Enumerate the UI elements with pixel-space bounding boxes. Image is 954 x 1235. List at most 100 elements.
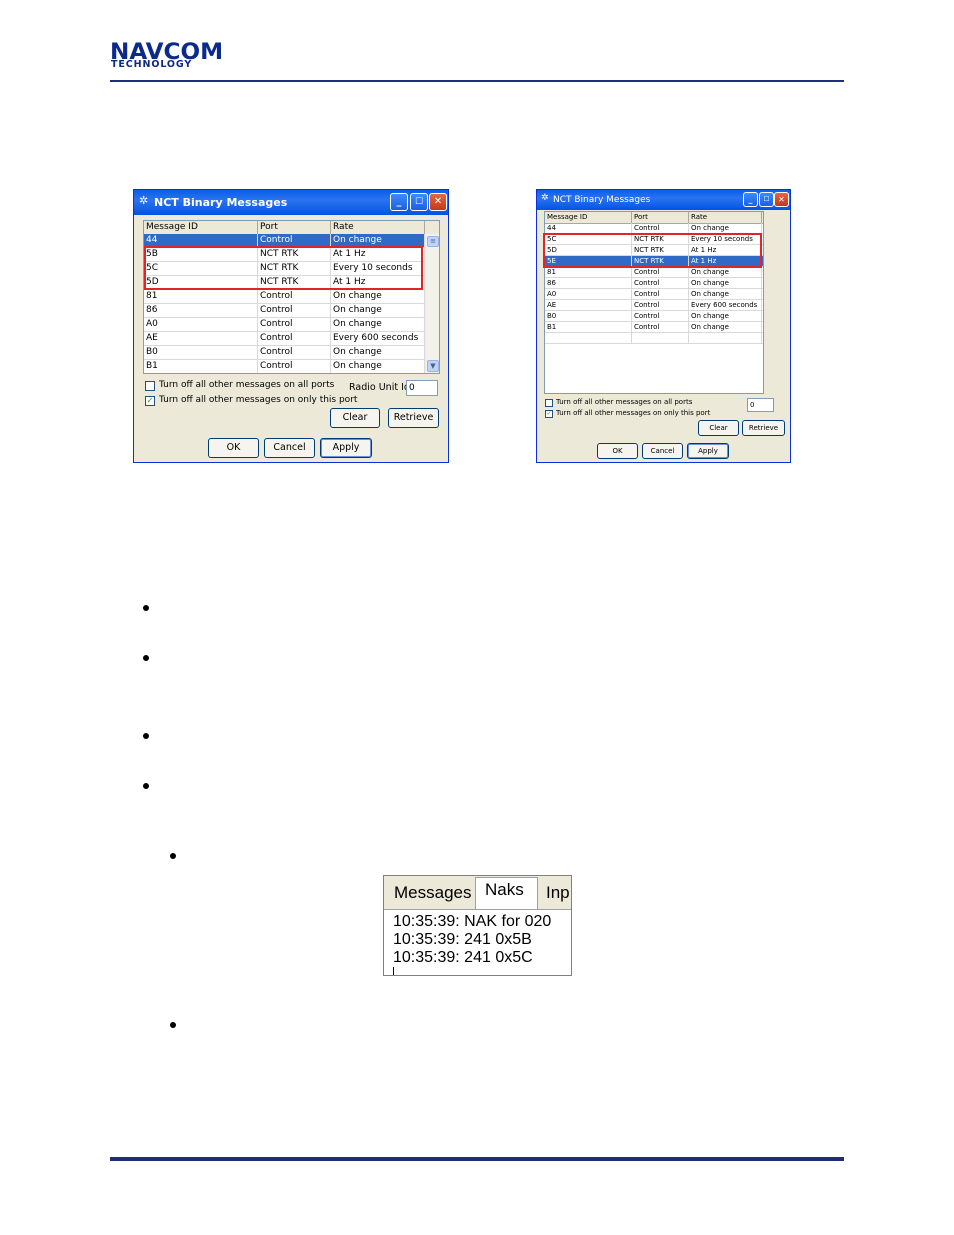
footer-rule [110,1157,844,1161]
cell-id: A0 [144,318,258,331]
cell-id: B1 [144,360,258,373]
cell-rate: On change [331,290,425,303]
table-row[interactable]: B1 Control On change [144,360,439,373]
close-button[interactable]: ✕ [774,192,789,207]
radio-unit-label: Radio Unit Id: [349,382,414,393]
bullet-1 [143,605,149,611]
tab-inp[interactable]: Inp [546,883,570,903]
table-row[interactable]: A0 Control On change [144,318,439,332]
radio-unit-field[interactable]: 0 [747,398,774,412]
bullet-4 [143,783,149,789]
scroll-thumb[interactable]: ≡ [427,236,439,247]
clear-button[interactable]: Clear [330,408,380,428]
cell-id: B0 [144,346,258,359]
column-header-rate[interactable]: Rate [331,221,425,234]
table-row[interactable]: 86 Control On change [545,278,763,289]
tab-naks[interactable]: Naks [475,877,538,909]
cell-port: Control [632,267,689,277]
cell-port: Control [258,318,331,331]
cell-id: B0 [545,311,632,321]
minimize-button[interactable]: _ [390,193,408,211]
column-header-port[interactable]: Port [258,221,331,234]
maximize-button[interactable]: ☐ [759,192,774,207]
cell-port: Control [258,360,331,373]
maximize-button[interactable]: ☐ [410,193,428,211]
all-ports-label: Turn off all other messages on all ports [159,380,335,390]
all-ports-checkbox[interactable] [545,399,553,407]
table-row[interactable]: 81 Control On change [144,290,439,304]
cell-port [632,333,689,343]
scroll-down-button[interactable]: ▼ [427,360,439,372]
cell-id: AE [545,300,632,310]
header-rule [110,80,844,82]
column-header-message-id[interactable]: Message ID [545,212,632,223]
apply-button[interactable]: Apply [687,443,729,459]
app-icon: ✲ [139,194,149,207]
retrieve-button[interactable]: Retrieve [742,420,785,436]
cell-port: Control [632,223,689,233]
dialog-title: NCT Binary Messages [154,196,288,209]
cell-port: Control [632,289,689,299]
this-port-label: Turn off all other messages on only this… [556,409,711,417]
bullet-3 [143,733,149,739]
sub-bullet-1 [170,853,176,859]
this-port-label: Turn off all other messages on only this… [159,395,358,405]
cell-rate: On change [689,289,762,299]
apply-button[interactable]: Apply [320,438,372,458]
cell-rate: Every 600 seconds [331,332,425,345]
column-header-rate[interactable]: Rate [689,212,762,223]
table-row[interactable]: B0 Control On change [545,311,763,322]
table-row[interactable] [545,333,763,344]
minimize-button[interactable]: _ [743,192,758,207]
table-row[interactable]: AE Control Every 600 seconds [545,300,763,311]
cancel-button[interactable]: Cancel [264,438,315,458]
ok-button[interactable]: OK [208,438,259,458]
logo-subtitle: TECHNOLOGY [111,59,193,70]
dialog-title-bar[interactable]: ✲ NCT Binary Messages _ ☐ ✕ [537,190,790,210]
this-port-checkbox[interactable]: ✓ [545,410,553,418]
highlight-box [144,246,423,290]
cell-rate: On change [689,267,762,277]
cell-rate: On change [689,322,762,332]
cell-port: Control [258,346,331,359]
ok-button[interactable]: OK [597,443,638,459]
navcom-logo: NAVCOM TECHNOLOGY [110,42,235,70]
column-header-message-id[interactable]: Message ID [144,221,258,234]
column-header-port[interactable]: Port [632,212,689,223]
message-list[interactable]: Message ID Port Rate 44 Control On change 5… [143,220,440,374]
nct-binary-messages-dialog-right: ✲ NCT Binary Messages _ ☐ ✕ Message ID P… [536,189,791,463]
cell-id: AE [144,332,258,345]
this-port-checkbox[interactable]: ✓ [145,396,155,406]
dialog-title-bar[interactable]: ✲ NCT Binary Messages _ ☐ ✕ [134,190,448,215]
cancel-button[interactable]: Cancel [642,443,683,459]
cell-rate [689,333,762,343]
cell-rate: On change [331,346,425,359]
tab-messages[interactable]: Messages [394,883,471,903]
cell-port: Control [632,300,689,310]
all-ports-checkbox[interactable] [145,381,155,391]
nak-line-3: 10:35:39: 241 0x5C [393,949,533,966]
radio-unit-field[interactable]: 0 [406,380,438,396]
nak-line-2: 10:35:39: 241 0x5B [393,931,532,948]
table-row[interactable]: A0 Control On change [545,289,763,300]
table-row[interactable]: B0 Control On change [144,346,439,360]
table-row[interactable]: 86 Control On change [144,304,439,318]
cell-rate: On change [689,278,762,288]
cell-id: 81 [545,267,632,277]
vertical-scrollbar[interactable]: ≡ ▼ [425,234,439,373]
retrieve-button[interactable]: Retrieve [388,408,439,428]
cell-port: Control [632,311,689,321]
table-row[interactable]: AE Control Every 600 seconds [144,332,439,346]
dialog-title: NCT Binary Messages [553,195,651,205]
cell-id [545,333,632,343]
cell-rate: On change [689,311,762,321]
cell-rate: On change [331,304,425,317]
table-row[interactable]: B1 Control On change [545,322,763,333]
table-row[interactable]: 81 Control On change [545,267,763,278]
cell-id: 81 [144,290,258,303]
bullet-2 [143,655,149,661]
all-ports-label: Turn off all other messages on all ports [556,398,693,406]
close-button[interactable]: ✕ [429,193,447,211]
clear-button[interactable]: Clear [698,420,739,436]
cell-port: Control [258,304,331,317]
